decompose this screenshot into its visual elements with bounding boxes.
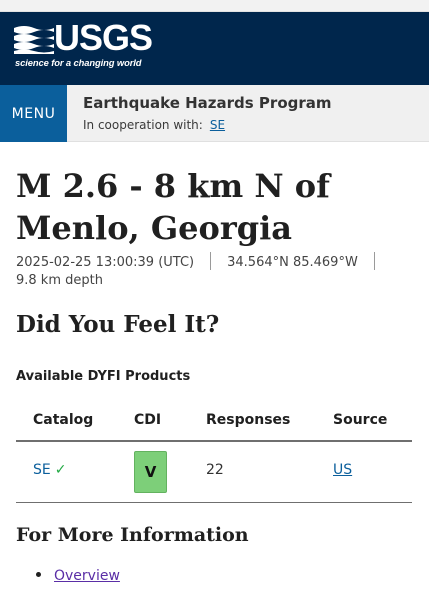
more-info-heading: For More Information	[16, 524, 249, 546]
event-title: M 2.6 - 8 km N of Menlo, Georgia	[16, 167, 330, 247]
event-meta: 2025-02-25 13:00:39 (UTC) 34.564°N 85.469…	[16, 252, 391, 270]
table-header: Catalog CDI Responses Source	[16, 400, 412, 442]
cooperation-line: In cooperation with: SE	[83, 118, 225, 132]
menu-button[interactable]: MENU	[0, 85, 67, 142]
event-depth: 9.8 km depth	[16, 273, 103, 288]
column-header-cdi: CDI	[134, 412, 162, 428]
table-row[interactable]: SE ✓ V 22 US	[16, 442, 412, 503]
responses-cell: 22	[206, 462, 224, 478]
logo-wordmark: USGS	[54, 17, 153, 58]
meta-separator	[373, 252, 375, 270]
logo-tagline: science for a changing world	[15, 57, 142, 68]
meta-separator	[210, 252, 212, 270]
usgs-logo[interactable]: USGS science for a changing world	[14, 18, 164, 82]
cooperation-link[interactable]: SE	[210, 118, 225, 132]
column-header-catalog: Catalog	[33, 412, 94, 428]
column-header-source: Source	[333, 412, 388, 428]
catalog-link[interactable]: SE	[33, 462, 51, 478]
dyfi-products-table: Catalog CDI Responses Source SE ✓ V 22 US	[16, 400, 412, 503]
column-header-responses: Responses	[206, 412, 291, 428]
usgs-header: USGS science for a changing world	[0, 12, 429, 85]
more-info-list: Overview	[36, 568, 120, 584]
browser-top-strip	[0, 0, 429, 12]
site-bar: MENU Earthquake Hazards Program In coope…	[0, 85, 429, 142]
bullet-icon	[36, 572, 41, 577]
cooperation-label: In cooperation with:	[83, 118, 203, 132]
source-link[interactable]: US	[333, 462, 352, 478]
products-heading: Available DYFI Products	[16, 369, 191, 384]
list-item: Overview	[36, 568, 120, 584]
catalog-cell[interactable]: SE ✓	[33, 462, 66, 478]
usgs-wave-logo-icon	[14, 22, 54, 54]
cdi-badge: V	[134, 451, 167, 493]
event-time: 2025-02-25 13:00:39 (UTC)	[16, 255, 195, 270]
event-location: 34.564°N 85.469°W	[227, 255, 358, 270]
check-icon: ✓	[54, 462, 67, 478]
overview-link[interactable]: Overview	[54, 568, 120, 584]
site-title[interactable]: Earthquake Hazards Program	[83, 94, 332, 112]
dyfi-heading: Did You Feel It?	[16, 311, 220, 338]
